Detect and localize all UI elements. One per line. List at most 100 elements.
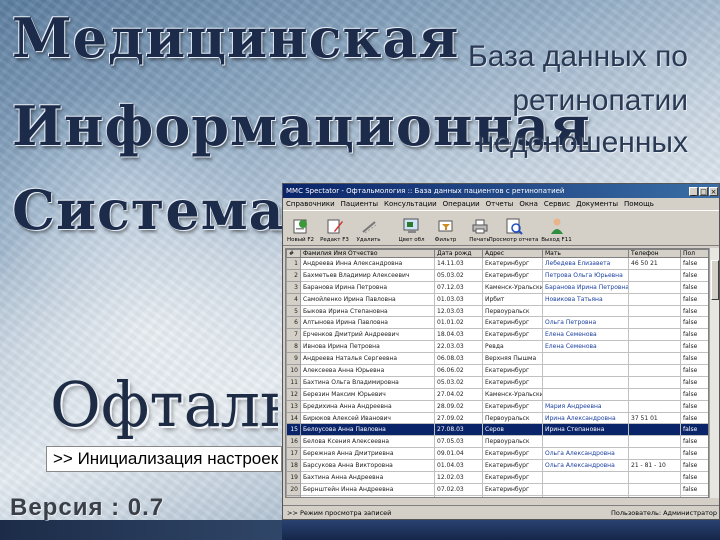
cell-n: 12 bbox=[286, 387, 301, 401]
cell-addr: Екатеринбург bbox=[482, 471, 543, 484]
cell-date: 06.08.03 bbox=[434, 352, 483, 366]
cell-phone bbox=[628, 447, 681, 461]
table-row[interactable]: 2 Бахметьев Владимир Алексеевич 05.03.02 Ек… bbox=[286, 268, 708, 282]
cell-date: 05.03.02 bbox=[434, 268, 483, 282]
menu-item[interactable]: Консультации bbox=[384, 198, 437, 210]
color-label: Цвет обл bbox=[398, 237, 425, 243]
table-row[interactable]: 11 Бахтина Ольга Владимировна 05.03.02 Екат… bbox=[286, 375, 708, 389]
table-row[interactable]: 15 Белоусова Анна Павловна 27.08.03 Серов Ир… bbox=[286, 423, 708, 437]
table-row[interactable]: 10 Алексеева Анна Юрьевна 06.06.02 Екатерин… bbox=[286, 364, 708, 377]
menu-item[interactable]: Сервис bbox=[544, 198, 570, 210]
new-patient-button[interactable]: Новый F2 bbox=[285, 213, 316, 243]
column-header-name[interactable]: Фамилия Имя Отчество bbox=[300, 249, 435, 258]
cell-mother bbox=[542, 494, 629, 497]
menu-item[interactable]: Операции bbox=[443, 198, 480, 210]
cell-mother bbox=[542, 387, 629, 401]
cell-name: Бабушкина Анна Сергеевна bbox=[300, 494, 435, 497]
table-row[interactable]: 17 Бережная Анна Дмитриевна 09.01.04 Екатер… bbox=[286, 447, 708, 461]
cell-addr: Екатеринбург bbox=[482, 482, 543, 496]
table-row[interactable]: 8 Ивнова Ирина Петровна 22.03.03 Ревда Елена… bbox=[286, 340, 708, 354]
cell-flag: false bbox=[680, 328, 708, 342]
vertical-scrollbar[interactable] bbox=[709, 248, 719, 498]
table-row[interactable]: 6 Алтынова Ирина Павловна 01.01.02 Екатерин… bbox=[286, 316, 708, 330]
menu-item[interactable]: Помощь bbox=[624, 198, 654, 210]
status-bar: >> Режим просмотра записей Пользователь:… bbox=[283, 505, 719, 519]
table-row[interactable]: 12 Березин Максим Юрьевич 27.04.02 Каменск-… bbox=[286, 387, 708, 401]
cell-addr: Екатеринбург bbox=[482, 459, 543, 473]
menu-item[interactable]: Окна bbox=[519, 198, 538, 210]
cell-flag: false bbox=[680, 482, 708, 496]
table-row[interactable]: 19 Бахтина Анна Андреевна 12.02.03 Екатерин… bbox=[286, 471, 708, 484]
minimize-icon[interactable]: _ bbox=[689, 186, 698, 196]
cell-flag: false bbox=[680, 340, 708, 354]
grid-header-row: # Фамилия Имя Отчество Дата рожд Адрес М… bbox=[286, 249, 708, 258]
table-row[interactable]: 20 Бернштейн Инна Андреевна 07.02.03 Екатер… bbox=[286, 482, 708, 496]
cell-phone bbox=[628, 364, 681, 377]
window-titlebar[interactable]: MMC Spectator - Офтальмология :: База да… bbox=[283, 184, 719, 198]
menu-item[interactable]: Справочники bbox=[286, 198, 335, 210]
menu-item[interactable]: Пациенты bbox=[341, 198, 378, 210]
table-row[interactable]: 13 Бредихина Анна Андреевна 28.09.02 Екатер… bbox=[286, 399, 708, 413]
table-row[interactable]: 4 Самойленко Ирина Павловна 01.03.03 Ирбит Н… bbox=[286, 292, 708, 306]
scrollbar-thumb[interactable] bbox=[711, 260, 719, 300]
cell-date: 12.02.03 bbox=[434, 471, 483, 484]
toolbar-separator bbox=[387, 213, 393, 243]
column-header-birthdate[interactable]: Дата рожд bbox=[434, 249, 483, 258]
maximize-icon[interactable]: □ bbox=[699, 186, 708, 196]
cell-mother bbox=[542, 471, 629, 484]
filter-button[interactable]: Фильтр bbox=[430, 213, 461, 243]
edit-button[interactable]: Редакт F3 bbox=[319, 213, 350, 243]
cell-n: 8 bbox=[286, 340, 301, 354]
new-patient-icon bbox=[292, 217, 310, 235]
cell-addr: Екатеринбург bbox=[482, 399, 543, 413]
table-row[interactable]: 18 Барсукова Анна Викторовна 01.04.03 Екате… bbox=[286, 459, 708, 473]
splash-subtitle-line-1: База данных по bbox=[468, 40, 688, 73]
table-row[interactable]: 7 Ерченков Дмитрий Андреевич 18.04.03 Екате… bbox=[286, 328, 708, 342]
filter-icon bbox=[437, 217, 455, 235]
delete-button[interactable]: Удалить bbox=[353, 213, 384, 243]
table-row[interactable]: 21Бабушкина Анна Сергеевна05.05.03Екатер… bbox=[286, 494, 708, 497]
cell-date: 27.08.03 bbox=[434, 423, 483, 437]
cell-n: 5 bbox=[286, 304, 301, 318]
table-row[interactable]: 5 Быкова Ирина Степановна 12.03.03 Первоура… bbox=[286, 304, 708, 318]
cell-addr: Екатеринбург bbox=[482, 447, 543, 461]
cell-date: 12.03.03 bbox=[434, 304, 483, 318]
table-row[interactable]: 9 Андреева Наталья Сергеевна 06.08.03 Верхн… bbox=[286, 352, 708, 366]
preview-label: Просмотр отчета bbox=[488, 237, 539, 243]
cell-flag: false bbox=[680, 411, 708, 425]
cell-flag: false bbox=[680, 447, 708, 461]
cell-flag: false bbox=[680, 375, 708, 389]
cell-date: 05.03.02 bbox=[434, 375, 483, 389]
menu-item[interactable]: Отчеты bbox=[486, 198, 514, 210]
exit-button[interactable]: Выход F11 bbox=[541, 213, 572, 243]
table-row[interactable]: 14 Бирюков Алексей Иванович 27.09.02 Первоу… bbox=[286, 411, 708, 425]
column-header-flag[interactable]: Пол bbox=[680, 249, 708, 258]
column-header-number[interactable]: # bbox=[286, 249, 301, 258]
cell-phone bbox=[628, 435, 681, 449]
cell-mother bbox=[542, 375, 629, 389]
cell-mother: Новикова Татьяна bbox=[542, 292, 629, 306]
table-row[interactable]: 16 Белова Ксения Алексеевна 07.05.03 Первоу… bbox=[286, 435, 708, 449]
table-row[interactable]: 3 Баранова Ирина Петровна 07.12.03 Каменск-… bbox=[286, 280, 708, 294]
color-icon bbox=[403, 217, 421, 235]
cell-n: 4 bbox=[286, 292, 301, 306]
preview-button[interactable]: Просмотр отчета bbox=[489, 213, 538, 243]
cell-name: Белова Ксения Алексеевна bbox=[300, 435, 435, 449]
cell-n: 17 bbox=[286, 447, 301, 461]
color-button[interactable]: Цвет обл bbox=[396, 213, 427, 243]
cell-n: 14 bbox=[286, 411, 301, 425]
column-header-mother[interactable]: Мать bbox=[542, 249, 629, 258]
cell-phone bbox=[628, 292, 681, 306]
column-header-phone[interactable]: Телефон bbox=[628, 249, 681, 258]
cell-date: 28.09.02 bbox=[434, 399, 483, 413]
table-row[interactable]: 1 Андреева Инна Александровна 14.11.03 Екат… bbox=[286, 257, 708, 270]
exit-icon bbox=[548, 217, 566, 235]
cell-date: 07.02.03 bbox=[434, 482, 483, 496]
cell-addr: Екатеринбург bbox=[482, 268, 543, 282]
menu-item[interactable]: Документы bbox=[576, 198, 618, 210]
close-icon[interactable]: × bbox=[709, 186, 718, 196]
cell-date: 06.06.02 bbox=[434, 364, 483, 377]
column-header-address[interactable]: Адрес bbox=[482, 249, 543, 258]
cell-phone bbox=[628, 494, 681, 497]
cell-name: Бахтина Ольга Владимировна bbox=[300, 375, 435, 389]
